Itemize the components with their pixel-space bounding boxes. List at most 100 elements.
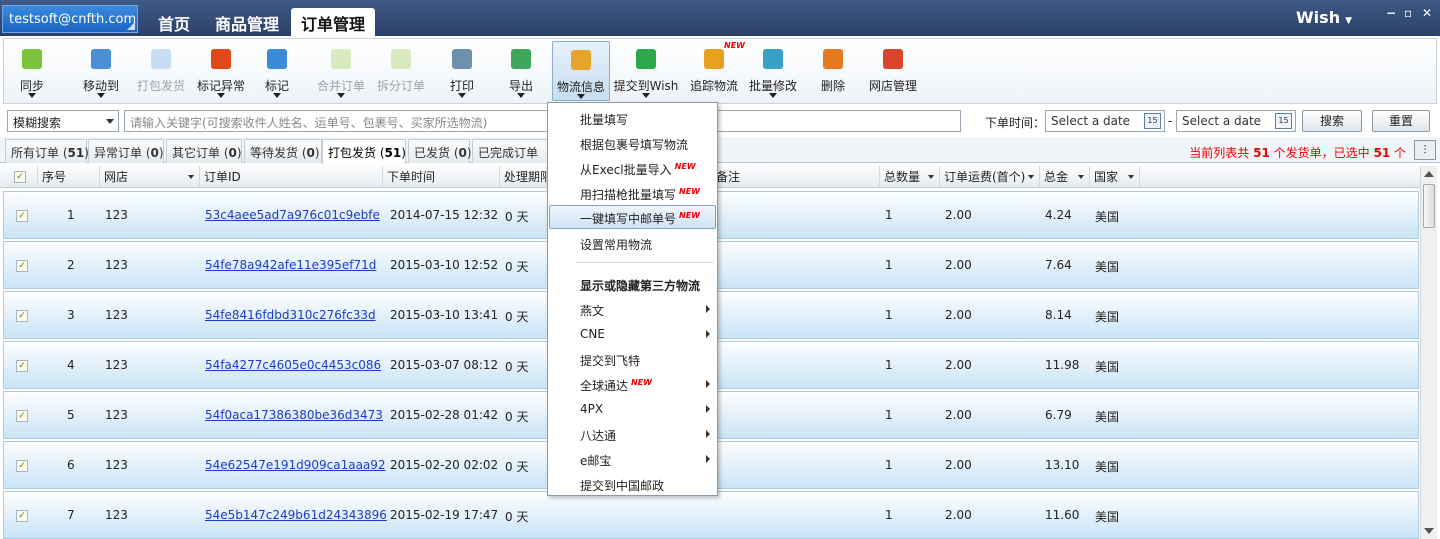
column-header-country[interactable]: 国家 <box>1090 166 1140 188</box>
dropdown-arrow-icon[interactable] <box>769 93 777 98</box>
toolbar-button-4[interactable]: 标记 <box>258 41 296 101</box>
search-button[interactable]: 搜索 <box>1302 110 1362 132</box>
menu-item-5[interactable]: 设置常用物流 <box>549 231 716 255</box>
nav-tab-home[interactable]: 首页 <box>148 8 200 36</box>
select-all-checkbox[interactable]: ✓ <box>0 166 38 188</box>
column-header-order-id[interactable]: 订单ID <box>200 166 383 188</box>
menu-item-4[interactable]: 一键填写中邮单号 NEW <box>549 205 716 229</box>
nav-tab-orders[interactable]: 订单管理 <box>291 8 376 36</box>
filter-dropdown-icon[interactable] <box>188 175 194 179</box>
cell-order-id[interactable]: 54e62547e191d909ca1aaa92 <box>205 458 386 472</box>
filter-tab-6[interactable]: 已完成订单 <box>472 139 552 163</box>
dropdown-arrow-icon[interactable] <box>577 94 585 99</box>
filter-tab-5[interactable]: 已发货 (0) <box>408 139 472 163</box>
toolbar-button-12[interactable]: 批量修改 <box>745 41 801 101</box>
menu-item-8[interactable]: 燕文 <box>549 297 716 321</box>
cell-order-id[interactable]: 54e5b147c249b61d24343896 <box>205 508 387 522</box>
menu-item-9[interactable]: CNE <box>549 322 716 346</box>
account-button[interactable]: testsoft@cnfth.com <box>2 5 138 33</box>
menu-item-11[interactable]: 全球通达 NEW <box>549 372 716 396</box>
restore-icon[interactable]: ▫ <box>1404 6 1412 20</box>
toolbar-button-3[interactable]: 标记异常 <box>192 41 250 101</box>
store-selector[interactable]: Wish ▼ <box>1296 8 1352 27</box>
vertical-scrollbar[interactable] <box>1420 166 1437 539</box>
dropdown-arrow-icon[interactable] <box>337 93 345 98</box>
cell-order-id[interactable]: 53c4aee5ad7a976c01c9ebfe <box>205 208 380 222</box>
reset-button[interactable]: 重置 <box>1372 110 1430 132</box>
filter-tab-4[interactable]: 打包发货 (51) <box>322 139 406 164</box>
toolbar-button-11[interactable]: 追踪物流 NEW <box>685 41 745 101</box>
column-header-qty[interactable]: 总数量 <box>880 166 940 188</box>
column-header-no[interactable]: 序号 <box>38 166 100 188</box>
date-from-input[interactable]: Select a date 15 <box>1045 110 1165 132</box>
cell-order-id[interactable]: 54fa4277c4605e0c4453c086 <box>205 358 381 372</box>
row-checkbox[interactable]: ✓ <box>16 510 28 522</box>
column-header-freight[interactable]: 订单运费(首个) <box>940 166 1040 188</box>
menu-item-3[interactable]: 用扫描枪批量填写 NEW <box>549 181 716 205</box>
menu-item-1[interactable]: 根据包裹号填写物流 <box>549 131 716 155</box>
dropdown-arrow-icon[interactable] <box>28 93 36 98</box>
table-row[interactable]: ✓ 7 123 54e5b147c249b61d24343896 2015-02-19 … <box>3 491 1419 539</box>
minimize-icon[interactable]: − <box>1386 6 1396 20</box>
menu-item-0[interactable]: 批量填写 <box>549 106 716 130</box>
column-header-total[interactable]: 总金 <box>1040 166 1090 188</box>
column-header-store[interactable]: 网店 <box>100 166 200 188</box>
menu-item-15[interactable]: 提交到中国邮政 <box>549 472 716 496</box>
filter-tab-0[interactable]: 所有订单 (51) <box>5 139 89 163</box>
filter-tab-2[interactable]: 其它订单 (0) <box>166 139 242 163</box>
row-checkbox[interactable]: ✓ <box>16 210 28 222</box>
scroll-up-icon[interactable] <box>1424 171 1434 177</box>
date-to-input[interactable]: Select a date 15 <box>1176 110 1296 132</box>
column-settings-icon[interactable]: ⫶ <box>1414 140 1436 160</box>
row-checkbox[interactable]: ✓ <box>16 310 28 322</box>
search-input[interactable]: 请输入关键字(可搜索收件人姓名、运单号、包裹号、买家所选物流) <box>124 110 961 132</box>
filter-tab-1[interactable]: 异常订单 (0) <box>88 139 164 163</box>
cell-no: 5 <box>67 408 75 422</box>
toolbar-button-1[interactable]: 移动到 <box>74 41 128 101</box>
cell-order-id[interactable]: 54fe8416fdbd310c276fc33d <box>205 308 376 322</box>
toolbar-button-7[interactable]: 打印 <box>440 41 484 101</box>
scroll-thumb[interactable] <box>1423 184 1435 228</box>
column-header-remark[interactable]: 备注 <box>712 166 880 188</box>
dropdown-arrow-icon[interactable] <box>458 93 466 98</box>
filter-tab-3[interactable]: 等待发货 (0) <box>244 139 322 163</box>
toolbar-button-0[interactable]: 同步 <box>11 41 53 101</box>
nav-tab-products[interactable]: 商品管理 <box>205 8 289 36</box>
filter-dropdown-icon[interactable] <box>1128 175 1134 179</box>
row-checkbox[interactable]: ✓ <box>16 410 28 422</box>
row-checkbox[interactable]: ✓ <box>16 360 28 372</box>
menu-item-14[interactable]: e邮宝 <box>549 447 716 471</box>
search-mode-value: 模糊搜索 <box>13 116 62 130</box>
menu-item-10[interactable]: 提交到飞特 <box>549 347 716 371</box>
toolbar-button-8[interactable]: 导出 <box>498 41 544 101</box>
calendar-icon[interactable]: 15 <box>1144 113 1161 129</box>
toolbar-button-14[interactable]: 网店管理 <box>862 41 924 101</box>
close-icon[interactable]: ✕ <box>1422 6 1432 20</box>
filter-dropdown-icon[interactable] <box>1028 175 1034 179</box>
toolbar-button-13[interactable]: 删除 <box>813 41 853 101</box>
dropdown-arrow-icon[interactable] <box>517 93 525 98</box>
filter-dropdown-icon[interactable] <box>928 175 934 179</box>
dropdown-arrow-icon[interactable] <box>642 93 650 98</box>
scroll-down-icon[interactable] <box>1424 528 1434 534</box>
menu-item-7[interactable]: 显示或隐藏第三方物流 <box>549 272 716 296</box>
dropdown-arrow-icon[interactable] <box>217 93 225 98</box>
search-mode-select[interactable]: 模糊搜索 <box>7 110 119 132</box>
submenu-arrow-icon <box>706 330 710 338</box>
menu-item-2[interactable]: 从Execl批量导入 NEW <box>549 156 716 180</box>
column-header-period[interactable]: 处理期限 <box>500 166 547 188</box>
calendar-icon[interactable]: 15 <box>1275 113 1292 129</box>
dropdown-arrow-icon[interactable] <box>273 93 281 98</box>
cell-freight: 2.00 <box>945 508 972 522</box>
toolbar-button-10[interactable]: 提交到Wish <box>611 41 681 101</box>
toolbar-button-9[interactable]: 物流信息 <box>552 41 610 101</box>
menu-item-12[interactable]: 4PX <box>549 397 716 421</box>
cell-order-id[interactable]: 54fe78a942afe11e395ef71d <box>205 258 376 272</box>
dropdown-arrow-icon[interactable] <box>97 93 105 98</box>
row-checkbox[interactable]: ✓ <box>16 460 28 472</box>
row-checkbox[interactable]: ✓ <box>16 260 28 272</box>
menu-item-13[interactable]: 八达通 <box>549 422 716 446</box>
cell-order-id[interactable]: 54f0aca17386380be36d3473 <box>205 408 383 422</box>
filter-dropdown-icon[interactable] <box>1078 175 1084 179</box>
column-header-order-time[interactable]: 下单时间 <box>383 166 500 188</box>
